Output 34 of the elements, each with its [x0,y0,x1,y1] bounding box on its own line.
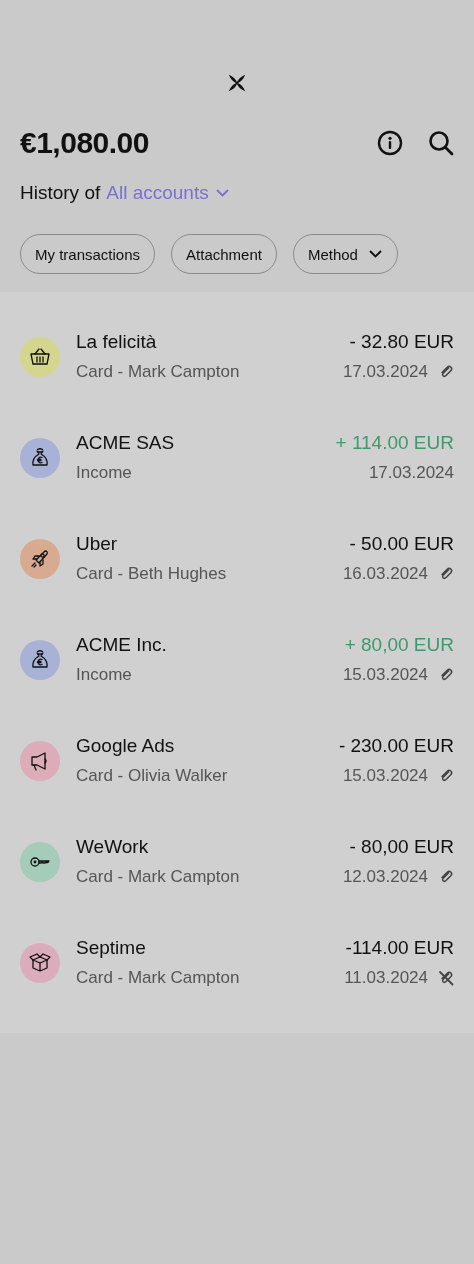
transaction-method: Income [76,463,132,483]
transaction-method: Card - Mark Campton [76,867,240,887]
transaction-amount: - 80,00 EUR [349,836,454,858]
history-label: History of [20,182,101,204]
transaction-amount: -114.00 EUR [345,937,454,959]
transaction-name: ACME SAS [76,432,175,454]
transaction-amount: + 80,00 EUR [344,634,454,656]
transaction-date: 17.03.2024 [368,463,454,483]
transaction-date: 17.03.2024 [342,362,428,382]
transaction-amount: - 50.00 EUR [349,533,454,555]
info-icon[interactable] [377,130,403,156]
transaction-method: Card - Olivia Walker [76,766,228,786]
transaction-amount: + 114.00 EUR [335,432,454,454]
transaction-amount: - 230.00 EUR [338,735,454,757]
transaction-date: 15.03.2024 [342,766,428,786]
logo-icon [226,72,248,94]
transaction-method: Card - Beth Hughes [76,564,227,584]
transaction-name: ACME Inc. [76,634,167,656]
transaction-name: La felicità [76,331,157,353]
transaction-amount: - 32.80 EUR [349,331,454,353]
transaction-date: 16.03.2024 [342,564,428,584]
search-icon[interactable] [428,130,454,156]
transaction-name: WeWork [76,836,149,858]
transaction-date: 12.03.2024 [342,867,428,887]
transaction-method: Card - Mark Campton [76,968,240,988]
balance-amount: €1,080.00 [20,126,149,160]
transaction-name: Septime [76,937,146,959]
transaction-date: 15.03.2024 [342,665,428,685]
transaction-method: Income [76,665,132,685]
transaction-date: 11.03.2024 [344,968,428,988]
chevron-down-icon [214,188,230,198]
transaction-name: Google Ads [76,735,175,757]
transaction-method: Card - Mark Campton [76,362,240,382]
transaction-name: Uber [76,533,118,555]
